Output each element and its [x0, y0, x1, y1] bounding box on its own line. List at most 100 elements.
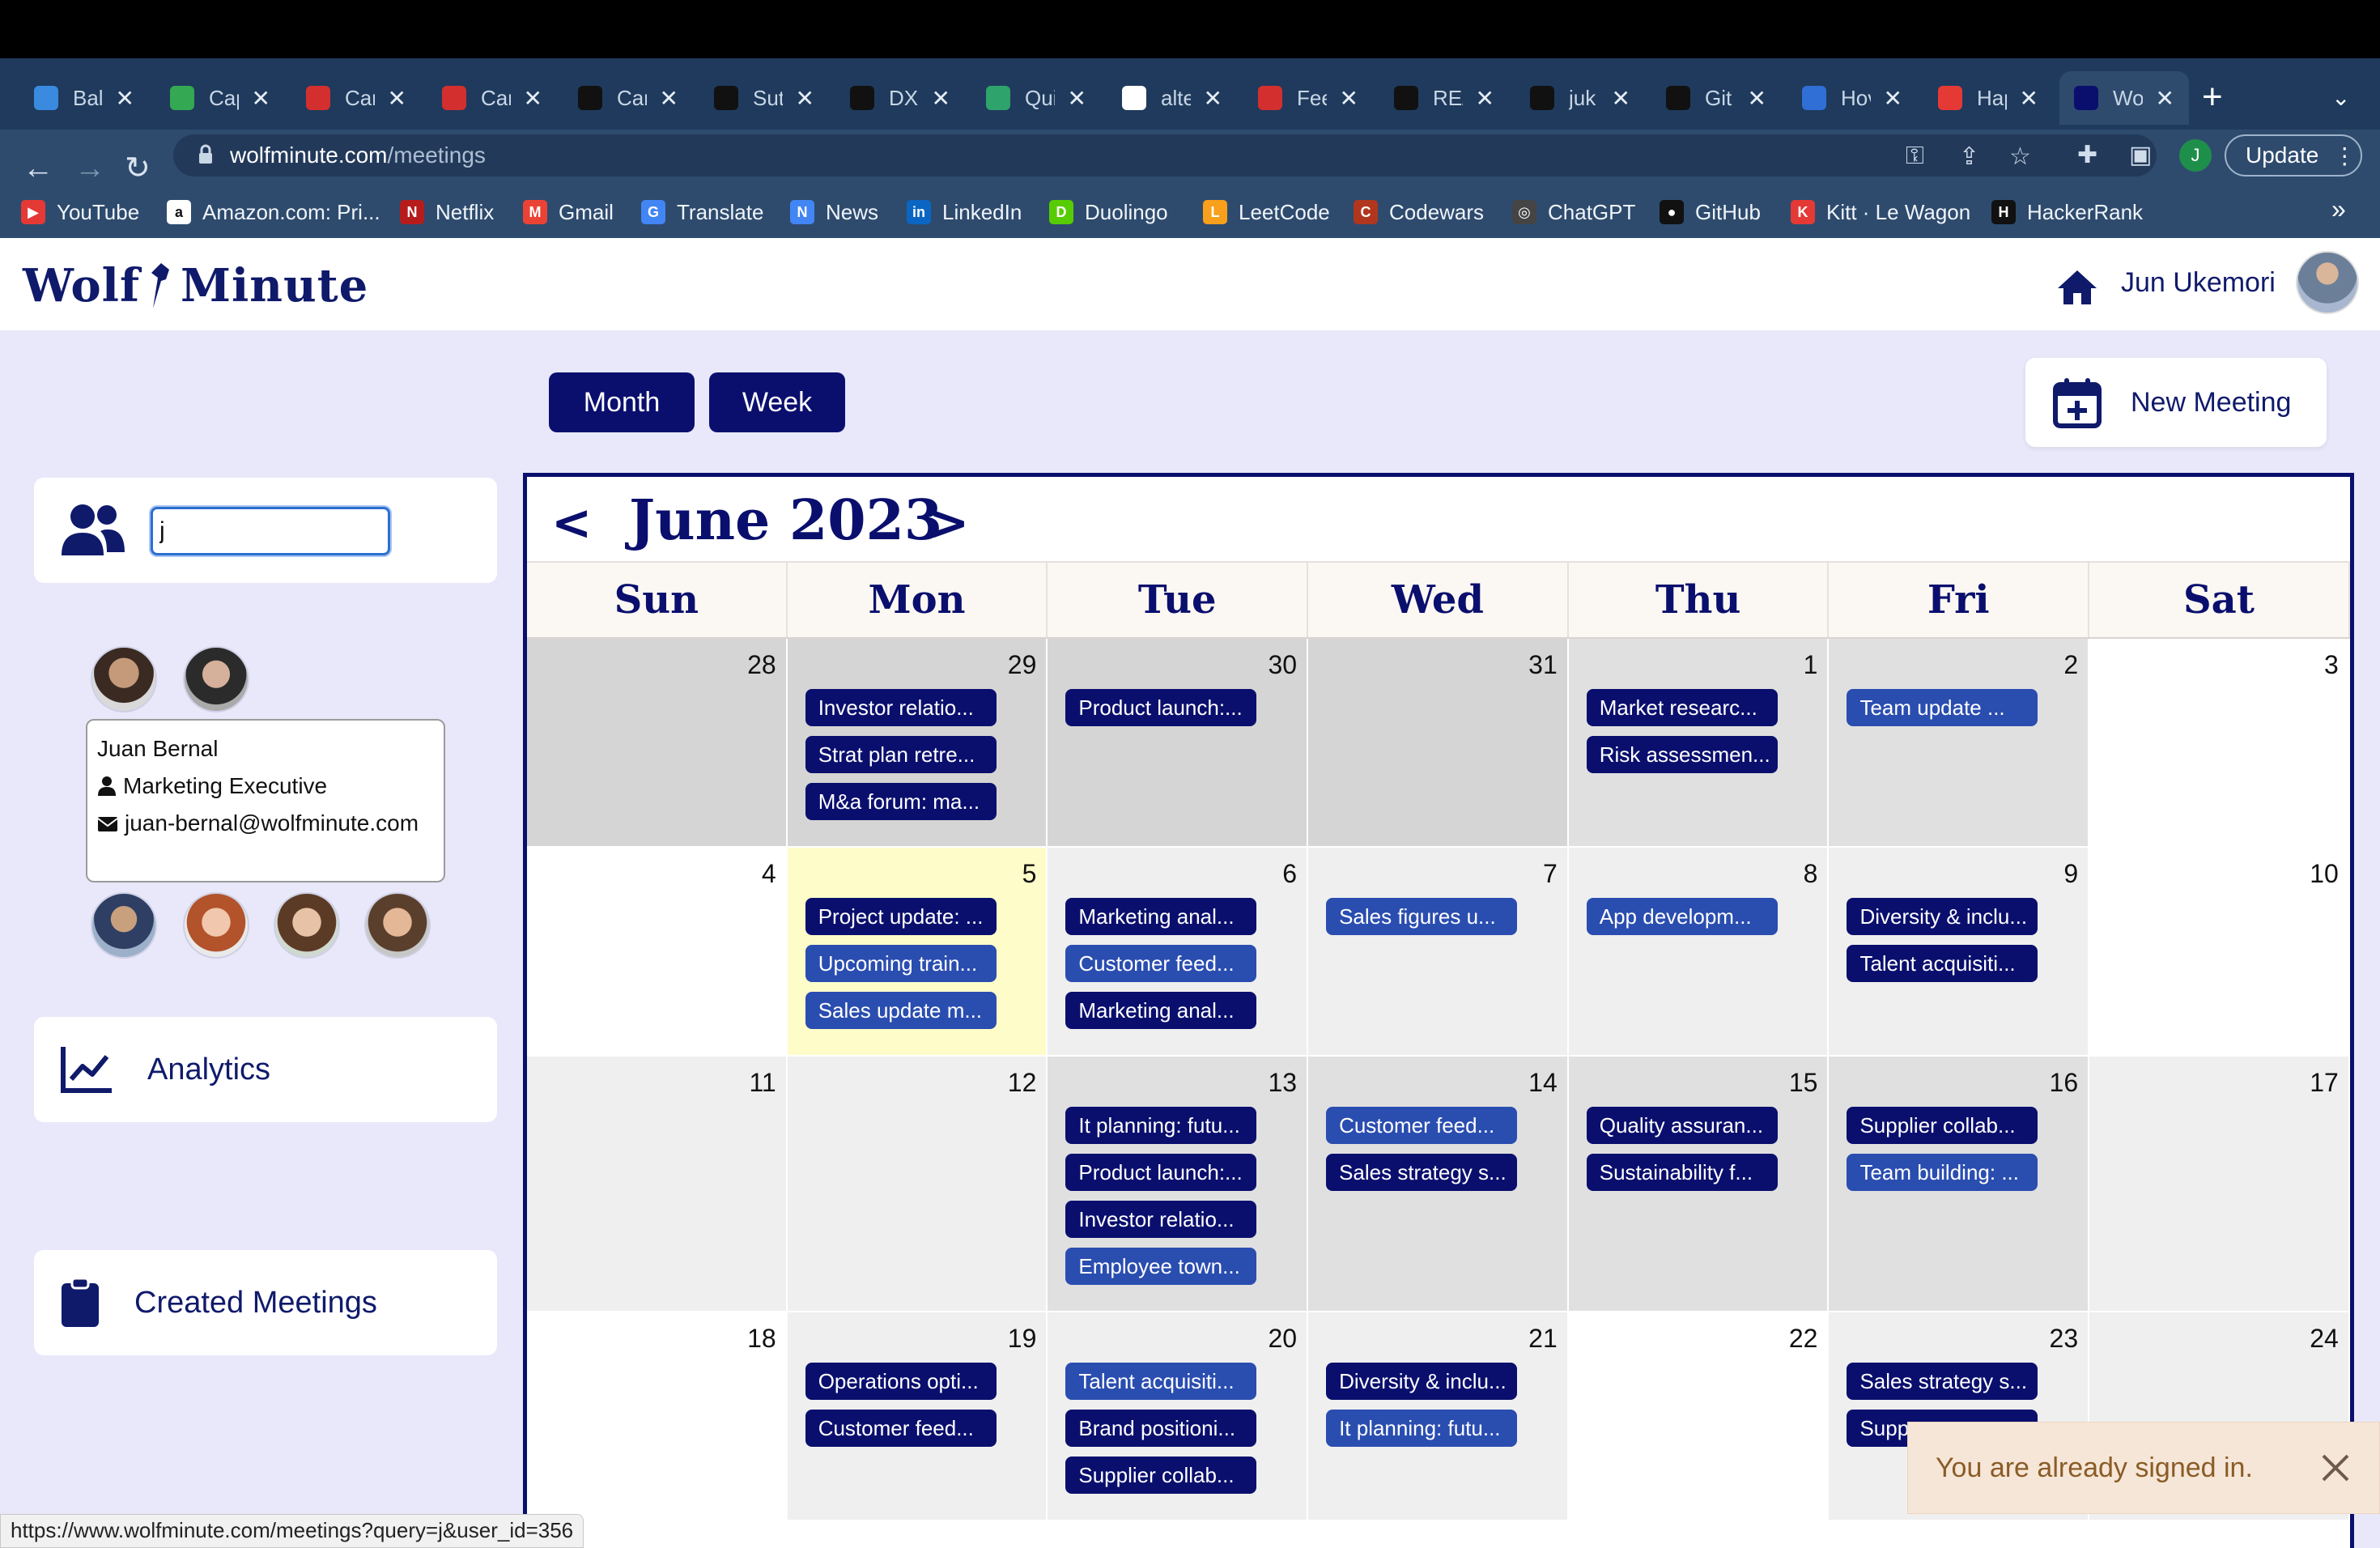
new-meeting-button[interactable]: New Meeting: [2025, 358, 2327, 447]
user-avatar-result[interactable]: [274, 892, 340, 959]
bookmark-item[interactable]: ▶ YouTube: [21, 198, 139, 227]
calendar-day-cell[interactable]: 5 Project update: ... Upcoming train... Sal…: [787, 848, 1048, 1057]
meeting-chip[interactable]: Sales update m...: [805, 992, 997, 1029]
meeting-chip[interactable]: M&a forum: ma...: [805, 783, 997, 820]
calendar-day-cell[interactable]: 30 Product launch:...: [1048, 639, 1309, 848]
calendar-day-cell[interactable]: 19 Operations opti... Customer feed...: [787, 1312, 1048, 1521]
browser-tab[interactable]: Cap ✕: [155, 71, 285, 125]
calendar-day-cell[interactable]: 16 Supplier collab... Team building: ...: [1829, 1057, 2090, 1312]
browser-tab[interactable]: Hap ✕: [1923, 71, 2053, 125]
reload-icon[interactable]: ↻: [125, 152, 151, 185]
user-avatar[interactable]: [2296, 251, 2359, 314]
meeting-chip[interactable]: Quality assuran...: [1586, 1107, 1778, 1144]
meeting-chip[interactable]: Upcoming train...: [805, 945, 997, 982]
meeting-chip[interactable]: Project update: ...: [805, 898, 997, 935]
calendar-day-cell[interactable]: 15 Quality assuran... Sustainability f...: [1568, 1057, 1830, 1312]
new-tab-button[interactable]: +: [2202, 79, 2223, 115]
meeting-chip[interactable]: Investor relatio...: [1065, 1201, 1257, 1238]
bookmark-item[interactable]: L LeetCode: [1203, 198, 1330, 227]
user-avatar-result[interactable]: [364, 892, 431, 959]
meeting-chip[interactable]: It planning: futu...: [1065, 1107, 1257, 1144]
calendar-day-cell[interactable]: 12: [787, 1057, 1048, 1312]
browser-tab[interactable]: Car ✕: [563, 71, 693, 125]
tab-close-icon[interactable]: ✕: [388, 85, 406, 112]
browser-tab[interactable]: Sut ✕: [699, 71, 829, 125]
people-search-input[interactable]: [151, 507, 390, 555]
user-avatar-result[interactable]: [91, 646, 157, 712]
meeting-chip[interactable]: Product launch:...: [1065, 1154, 1257, 1191]
address-bar[interactable]: wolfminute.com/meetings ⚿ ⇪ ☆: [173, 134, 2157, 176]
calendar-day-cell[interactable]: 3: [2089, 639, 2350, 848]
month-view-button[interactable]: Month: [549, 372, 695, 432]
calendar-day-cell[interactable]: 10: [2089, 848, 2350, 1057]
extensions-puzzle-icon[interactable]: ✚: [2077, 141, 2097, 169]
calendar-day-cell[interactable]: 13 It planning: futu... Product launch:...…: [1048, 1057, 1309, 1312]
calendar-day-cell[interactable]: 22: [1568, 1312, 1830, 1521]
bookmark-item[interactable]: H HackerRank: [1991, 198, 2143, 227]
browser-tab[interactable]: Bali ✕: [19, 71, 149, 125]
calendar-day-cell[interactable]: 14 Customer feed... Sales strategy s...: [1308, 1057, 1569, 1312]
home-icon[interactable]: [2056, 269, 2098, 306]
browser-tab[interactable]: Git ✕: [1651, 71, 1781, 125]
tab-search-chevron-icon[interactable]: ⌄: [2331, 84, 2350, 111]
meeting-chip[interactable]: Diversity & inclu...: [1847, 898, 2038, 935]
calendar-day-cell[interactable]: 21 Diversity & inclu... It planning: futu.…: [1308, 1312, 1569, 1521]
more-bookmarks-icon[interactable]: »: [2331, 194, 2346, 224]
browser-tab[interactable]: Wol ✕: [2059, 71, 2189, 125]
meeting-chip[interactable]: App developm...: [1586, 898, 1778, 935]
user-name[interactable]: Jun Ukemori: [2121, 267, 2276, 299]
meeting-chip[interactable]: Supplier collab...: [1847, 1107, 2038, 1144]
bookmark-item[interactable]: D Duolingo: [1049, 198, 1168, 227]
side-panel-icon[interactable]: ▣: [2129, 141, 2152, 169]
forward-arrow-icon[interactable]: →: [74, 152, 105, 185]
meeting-chip[interactable]: Product launch:...: [1065, 689, 1257, 726]
calendar-day-cell[interactable]: 6 Marketing anal... Customer feed... Market…: [1048, 848, 1309, 1057]
meeting-chip[interactable]: Talent acquisiti...: [1065, 1363, 1257, 1400]
analytics-link[interactable]: Analytics: [34, 1017, 497, 1122]
tab-close-icon[interactable]: ✕: [252, 85, 270, 112]
update-button[interactable]: Update ⋮: [2225, 134, 2362, 176]
tab-close-icon[interactable]: ✕: [1884, 85, 1902, 112]
meeting-chip[interactable]: Sales strategy s...: [1847, 1363, 2038, 1400]
meeting-chip[interactable]: Sustainability f...: [1586, 1154, 1778, 1191]
meeting-chip[interactable]: Operations opti...: [805, 1363, 997, 1400]
calendar-day-cell[interactable]: 17: [2089, 1057, 2350, 1312]
meeting-chip[interactable]: Customer feed...: [805, 1410, 997, 1447]
browser-tab[interactable]: juk ✕: [1515, 71, 1645, 125]
tab-close-icon[interactable]: ✕: [1068, 85, 1086, 112]
meeting-chip[interactable]: Diversity & inclu...: [1326, 1363, 1518, 1400]
meeting-chip[interactable]: Employee town...: [1065, 1248, 1257, 1285]
user-avatar-result[interactable]: [183, 646, 249, 712]
calendar-day-cell[interactable]: 8 App developm...: [1568, 848, 1830, 1057]
tab-close-icon[interactable]: ✕: [660, 85, 678, 112]
tab-close-icon[interactable]: ✕: [1204, 85, 1222, 112]
bookmark-item[interactable]: ◎ ChatGPT: [1512, 198, 1635, 227]
calendar-day-cell[interactable]: 9 Diversity & inclu... Talent acquisiti...: [1829, 848, 2090, 1057]
close-icon[interactable]: [2321, 1453, 2350, 1482]
browser-tab[interactable]: Qui ✕: [971, 71, 1101, 125]
user-avatar-result[interactable]: [91, 892, 157, 959]
tab-close-icon[interactable]: ✕: [1612, 85, 1630, 112]
bookmark-item[interactable]: N News: [790, 198, 878, 227]
tab-close-icon[interactable]: ✕: [932, 85, 950, 112]
calendar-day-cell[interactable]: 2 Team update ...: [1829, 639, 2090, 848]
meeting-chip[interactable]: Marketing anal...: [1065, 992, 1257, 1029]
bookmark-star-icon[interactable]: ☆: [2009, 142, 2031, 171]
meeting-chip[interactable]: Sales figures u...: [1326, 898, 1518, 935]
tab-close-icon[interactable]: ✕: [796, 85, 814, 112]
meeting-chip[interactable]: Risk assessmen...: [1586, 736, 1778, 773]
meeting-chip[interactable]: Supplier collab...: [1065, 1457, 1257, 1494]
tab-close-icon[interactable]: ✕: [116, 85, 134, 112]
meeting-chip[interactable]: Customer feed...: [1326, 1107, 1518, 1144]
browser-tab[interactable]: alte ✕: [1107, 71, 1237, 125]
share-icon[interactable]: ⇪: [1959, 142, 1979, 171]
tab-close-icon[interactable]: ✕: [2156, 85, 2174, 112]
tab-close-icon[interactable]: ✕: [1748, 85, 1766, 112]
bookmark-item[interactable]: in LinkedIn: [907, 198, 1022, 227]
bookmark-item[interactable]: a Amazon.com: Pri...: [167, 198, 380, 227]
browser-tab[interactable]: Car ✕: [291, 71, 421, 125]
calendar-day-cell[interactable]: 4: [527, 848, 788, 1057]
calendar-day-cell[interactable]: 1 Market researc... Risk assessmen...: [1568, 639, 1830, 848]
bookmark-item[interactable]: N Netflix: [400, 198, 494, 227]
browser-tab[interactable]: RE/ ✕: [1379, 71, 1509, 125]
